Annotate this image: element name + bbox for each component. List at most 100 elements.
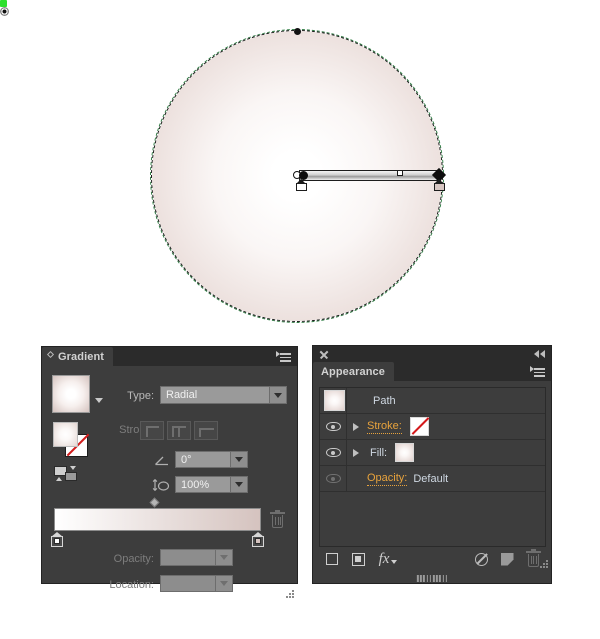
gradient-stop-right[interactable] bbox=[252, 532, 264, 547]
chevron-down-icon bbox=[391, 560, 398, 564]
delete-stop-trash-icon[interactable] bbox=[270, 510, 285, 529]
tab-appearance[interactable]: Appearance bbox=[313, 362, 394, 381]
gradient-type-value: Radial bbox=[166, 389, 198, 401]
panel-menu-icon[interactable] bbox=[529, 366, 545, 377]
eye-icon bbox=[325, 422, 341, 431]
illustrator-canvas[interactable] bbox=[0, 0, 600, 340]
appearance-panel-titlebar[interactable] bbox=[313, 346, 551, 362]
triangle-right-icon bbox=[353, 422, 359, 431]
appearance-row-stroke[interactable]: Stroke: bbox=[320, 414, 545, 440]
close-icon[interactable] bbox=[319, 350, 329, 359]
gradient-opacity-input[interactable] bbox=[160, 549, 233, 566]
fill-stroke-proxy-icon[interactable] bbox=[53, 422, 90, 458]
gradient-preview-swatch[interactable] bbox=[52, 375, 90, 413]
angle-dropdown-arrow[interactable] bbox=[230, 452, 247, 467]
stop-body bbox=[296, 183, 307, 191]
panel-resize-grip[interactable] bbox=[285, 590, 294, 599]
gradient-panel[interactable]: Gradient Type: Radial Stroke: 0° 100% Op… bbox=[41, 346, 298, 598]
type-dropdown-arrow[interactable] bbox=[269, 387, 286, 403]
gradient-panel-tabstrip: Gradient bbox=[42, 347, 297, 366]
square-filled-icon bbox=[351, 552, 365, 566]
chevron-down-icon bbox=[220, 555, 228, 560]
triangle-right-icon bbox=[353, 448, 359, 457]
appearance-row-fill-label[interactable]: Fill: bbox=[370, 447, 387, 459]
clear-appearance-button[interactable] bbox=[468, 548, 494, 570]
appearance-row-path-label: Path bbox=[373, 394, 396, 407]
annotator-stop-end[interactable] bbox=[434, 179, 445, 191]
gradient-location-input[interactable] bbox=[160, 575, 233, 592]
collapse-to-icons-icon[interactable] bbox=[534, 350, 545, 358]
gradient-angle-value: 0° bbox=[181, 453, 192, 466]
location-label: Location: bbox=[109, 579, 154, 591]
appearance-panel-footer[interactable]: fx bbox=[319, 547, 546, 571]
anchor-point-top[interactable] bbox=[294, 28, 301, 35]
reverse-gradient-icon[interactable] bbox=[54, 466, 80, 482]
tab-gradient[interactable]: Gradient bbox=[42, 347, 114, 366]
fill-gradient-chip[interactable] bbox=[395, 443, 415, 462]
panel-menu-icon[interactable] bbox=[275, 351, 291, 362]
gradient-slider-track[interactable] bbox=[54, 508, 261, 531]
fill-visibility-toggle[interactable] bbox=[320, 440, 347, 465]
chevron-down-icon bbox=[235, 482, 243, 487]
anchor-point-left[interactable] bbox=[0, 7, 9, 16]
panel-drag-grip[interactable] bbox=[416, 575, 448, 582]
appearance-row-path[interactable]: Path bbox=[320, 388, 545, 414]
square-outline-icon bbox=[326, 553, 338, 565]
gradient-type-select[interactable]: Radial bbox=[160, 386, 287, 404]
gradient-angle-icon bbox=[154, 453, 170, 466]
stroke-gradient-type-buttons[interactable] bbox=[140, 421, 218, 440]
annotator-stop-start[interactable] bbox=[296, 179, 307, 191]
gradient-aspect-ratio-input[interactable]: 100% bbox=[175, 476, 248, 493]
opacity-expand-spacer bbox=[347, 466, 365, 491]
anchor-point-bottom-highlighted[interactable] bbox=[0, 0, 7, 7]
type-label: Type: bbox=[127, 390, 154, 402]
appearance-row-opacity[interactable]: Opacity: Default bbox=[320, 466, 545, 492]
chevron-down-icon bbox=[235, 457, 243, 462]
gradient-midpoint-marker[interactable] bbox=[149, 497, 160, 508]
add-new-stroke-button[interactable] bbox=[319, 548, 345, 570]
no-sign-icon bbox=[474, 552, 488, 566]
gradient-midpoint-handle[interactable] bbox=[397, 170, 403, 176]
gradient-slider-ramp[interactable] bbox=[54, 508, 261, 531]
stroke-gradient-along-button[interactable] bbox=[167, 421, 191, 440]
diamond-icon bbox=[46, 350, 55, 359]
gradient-aspect-ratio-icon bbox=[152, 478, 170, 492]
gradient-stop-left[interactable] bbox=[51, 532, 63, 547]
gradient-panel-body: Type: Radial Stroke: 0° 100% Opacity: Lo… bbox=[42, 366, 297, 602]
opacity-visibility-toggle[interactable] bbox=[320, 466, 347, 491]
duplicate-item-button[interactable] bbox=[494, 548, 520, 570]
eye-icon bbox=[325, 474, 341, 483]
stroke-color-chip-none[interactable] bbox=[409, 417, 429, 436]
gradient-angle-input[interactable]: 0° bbox=[175, 451, 248, 468]
eye-icon bbox=[325, 448, 341, 457]
stroke-visibility-toggle[interactable] bbox=[320, 414, 347, 439]
appearance-panel-tabstrip: Appearance bbox=[313, 362, 551, 381]
fill-expand-toggle[interactable] bbox=[347, 440, 365, 465]
appearance-row-fill[interactable]: Fill: bbox=[320, 440, 545, 466]
stop-color-chip bbox=[254, 538, 261, 545]
chevron-down-icon bbox=[274, 392, 282, 398]
opacity-label: Opacity: bbox=[113, 553, 154, 565]
path-gradient-thumb bbox=[324, 390, 345, 411]
appearance-row-stroke-label[interactable]: Stroke: bbox=[367, 420, 402, 434]
fill-proxy-swatch[interactable] bbox=[53, 422, 78, 447]
panel-resize-grip[interactable] bbox=[539, 560, 548, 569]
opacity-dropdown-arrow[interactable] bbox=[215, 550, 232, 565]
appearance-items-list[interactable]: Path Stroke: Fill: Opacity: Default bbox=[319, 387, 546, 547]
appearance-row-opacity-label[interactable]: Opacity: bbox=[367, 472, 408, 486]
stroke-expand-toggle[interactable] bbox=[347, 414, 365, 439]
chevron-down-icon bbox=[220, 581, 228, 586]
add-new-fill-button[interactable] bbox=[345, 548, 371, 570]
appearance-panel[interactable]: Appearance Path Stroke: Fill: Opacity: D… bbox=[312, 345, 552, 584]
gradient-annotator-bar[interactable] bbox=[299, 170, 441, 181]
gradient-annotator[interactable] bbox=[293, 167, 447, 183]
appearance-row-opacity-value: Default bbox=[413, 472, 449, 485]
stroke-gradient-across-button[interactable] bbox=[194, 421, 218, 440]
aspect-dropdown-arrow[interactable] bbox=[230, 477, 247, 492]
location-dropdown-arrow[interactable] bbox=[215, 576, 232, 591]
add-new-effect-button[interactable]: fx bbox=[371, 548, 405, 570]
stroke-gradient-within-button[interactable] bbox=[140, 421, 164, 440]
stop-color-chip bbox=[53, 538, 60, 545]
stop-body bbox=[434, 183, 445, 191]
fx-icon: fx bbox=[378, 550, 390, 567]
